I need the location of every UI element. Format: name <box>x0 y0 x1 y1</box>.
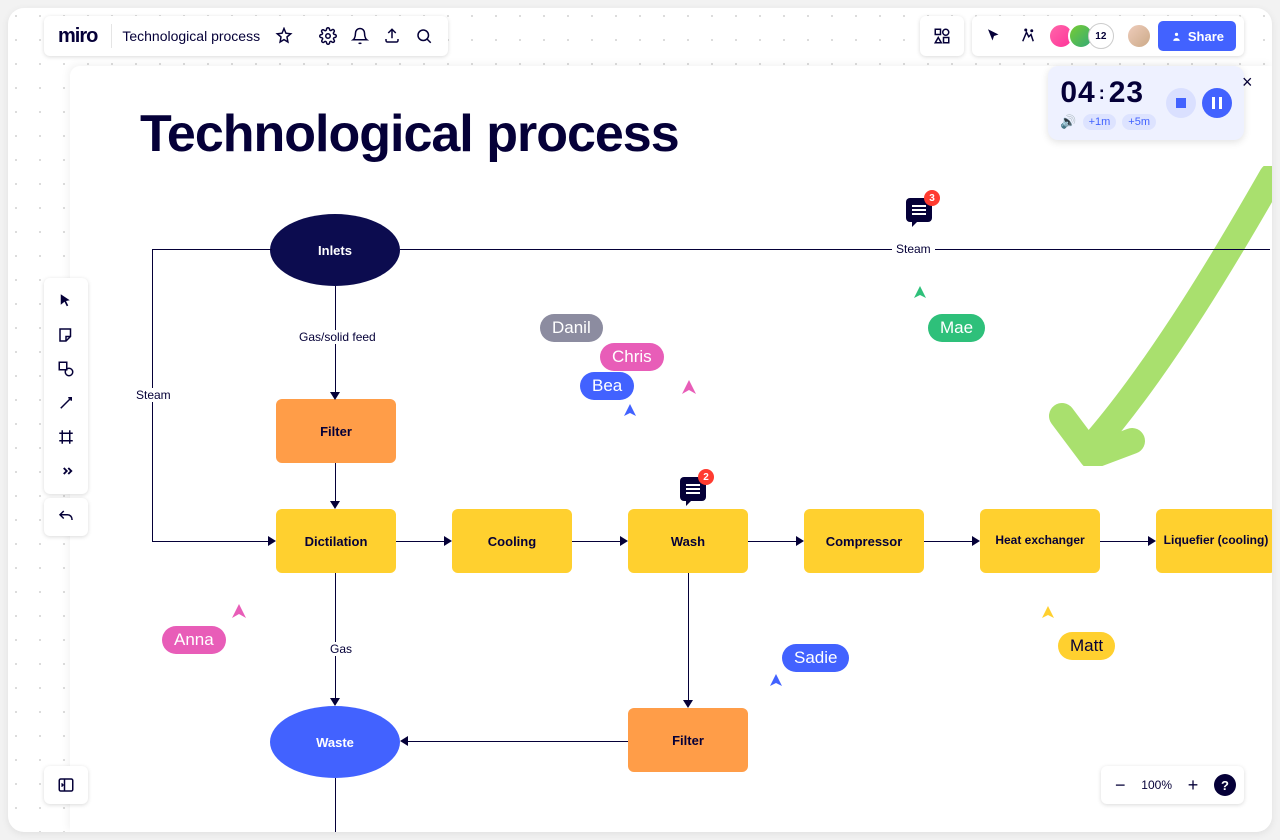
zoom-bar: − 100% + ? <box>1101 766 1244 804</box>
apps-box[interactable] <box>920 16 964 56</box>
bell-icon[interactable] <box>346 22 374 50</box>
node-wash[interactable]: Wash <box>628 509 748 573</box>
timer-add-5m[interactable]: +5m <box>1122 114 1156 130</box>
connector[interactable] <box>152 249 272 250</box>
connector[interactable] <box>335 573 336 700</box>
zoom-out-button[interactable]: − <box>1109 774 1131 796</box>
top-bar: miro Technological process <box>44 16 448 56</box>
node-filter2[interactable]: Filter <box>628 708 748 772</box>
logo[interactable]: miro <box>44 25 111 48</box>
cursor-anna: Anna <box>162 626 226 654</box>
connector[interactable] <box>335 778 336 832</box>
panel-toggle[interactable] <box>44 766 88 804</box>
settings-icon[interactable] <box>314 22 342 50</box>
cursor-matt: Matt <box>1058 632 1115 660</box>
edge-label[interactable]: Steam <box>892 242 935 256</box>
undo-button[interactable] <box>44 498 88 536</box>
frame-tool[interactable] <box>48 420 84 454</box>
shapes-icon[interactable] <box>928 22 956 50</box>
share-button[interactable]: Share <box>1158 21 1236 51</box>
connector[interactable] <box>1100 541 1150 542</box>
timer-pause-button[interactable] <box>1202 88 1232 118</box>
collab-box: 12 Share <box>972 16 1244 56</box>
cursor-pointer-icon <box>622 402 638 418</box>
connector[interactable] <box>408 741 628 742</box>
left-toolbar <box>44 278 88 494</box>
cursor-bea: Bea <box>580 372 634 400</box>
connector[interactable] <box>748 541 798 542</box>
cursor-sadie: Sadie <box>782 644 849 672</box>
zoom-value[interactable]: 100% <box>1141 778 1172 792</box>
connector[interactable] <box>396 541 446 542</box>
select-tool[interactable] <box>48 284 84 318</box>
cursor-pointer-icon <box>768 672 784 688</box>
avatar-count[interactable]: 12 <box>1088 23 1114 49</box>
freehand-arrow[interactable] <box>1032 166 1272 466</box>
node-liquefier[interactable]: Liquefier (cooling) <box>1156 509 1272 573</box>
line-tool[interactable] <box>48 386 84 420</box>
connector[interactable] <box>688 573 689 702</box>
edge-label[interactable]: Gas <box>326 642 356 656</box>
sound-icon[interactable]: 🔊 <box>1060 114 1076 130</box>
search-icon[interactable] <box>410 22 438 50</box>
connector[interactable] <box>924 541 974 542</box>
edge-label[interactable]: Steam <box>132 388 175 402</box>
board-title[interactable]: Technological process <box>112 28 270 44</box>
node-waste[interactable]: Waste <box>270 706 400 778</box>
share-label: Share <box>1188 29 1224 44</box>
node-compressor[interactable]: Compressor <box>804 509 924 573</box>
timer-close-icon[interactable]: × <box>1242 72 1262 92</box>
cursor-chris: Chris <box>600 343 664 371</box>
timer-stop-button[interactable] <box>1166 88 1196 118</box>
sticky-tool[interactable] <box>48 318 84 352</box>
node-inlets[interactable]: Inlets <box>270 214 400 286</box>
app-window: miro Technological process 12 Share 04:2… <box>8 8 1272 832</box>
timer-time: 04:23 <box>1060 76 1156 110</box>
timer-widget[interactable]: 04:23 🔊 +1m +5m × <box>1048 66 1244 140</box>
node-filter1[interactable]: Filter <box>276 399 396 463</box>
shape-tool[interactable] <box>48 352 84 386</box>
connector[interactable] <box>400 249 1270 250</box>
cursor-icon[interactable] <box>980 22 1008 50</box>
cursor-pointer-icon <box>912 284 928 300</box>
star-icon[interactable] <box>270 22 298 50</box>
cursor-danil: Danil <box>540 314 603 342</box>
top-right-cluster: 12 Share <box>920 16 1244 56</box>
comment-icon[interactable]: 3 <box>906 198 932 222</box>
export-icon[interactable] <box>378 22 406 50</box>
connector[interactable] <box>152 541 270 542</box>
zoom-in-button[interactable]: + <box>1182 774 1204 796</box>
cursor-pointer-icon <box>680 378 698 396</box>
reactions-icon[interactable] <box>1014 22 1042 50</box>
canvas[interactable]: Technological process Inlets Filter Dict… <box>70 66 1272 832</box>
connector[interactable] <box>335 463 336 503</box>
node-heatex[interactable]: Heat exchanger <box>980 509 1100 573</box>
cursor-pointer-icon <box>1040 604 1056 620</box>
canvas-title[interactable]: Technological process <box>140 104 679 164</box>
node-cooling[interactable]: Cooling <box>452 509 572 573</box>
cursor-pointer-icon <box>230 602 248 620</box>
avatars[interactable]: 12 <box>1048 23 1114 49</box>
more-tools[interactable] <box>48 454 84 488</box>
edge-label[interactable]: Gas/solid feed <box>295 330 380 344</box>
help-button[interactable]: ? <box>1214 774 1236 796</box>
timer-add-1m[interactable]: +1m <box>1083 114 1117 130</box>
comment-icon[interactable]: 2 <box>680 477 706 501</box>
node-dictilation[interactable]: Dictilation <box>276 509 396 573</box>
connector[interactable] <box>572 541 622 542</box>
avatar-self[interactable] <box>1126 23 1152 49</box>
cursor-mae: Mae <box>928 314 985 342</box>
